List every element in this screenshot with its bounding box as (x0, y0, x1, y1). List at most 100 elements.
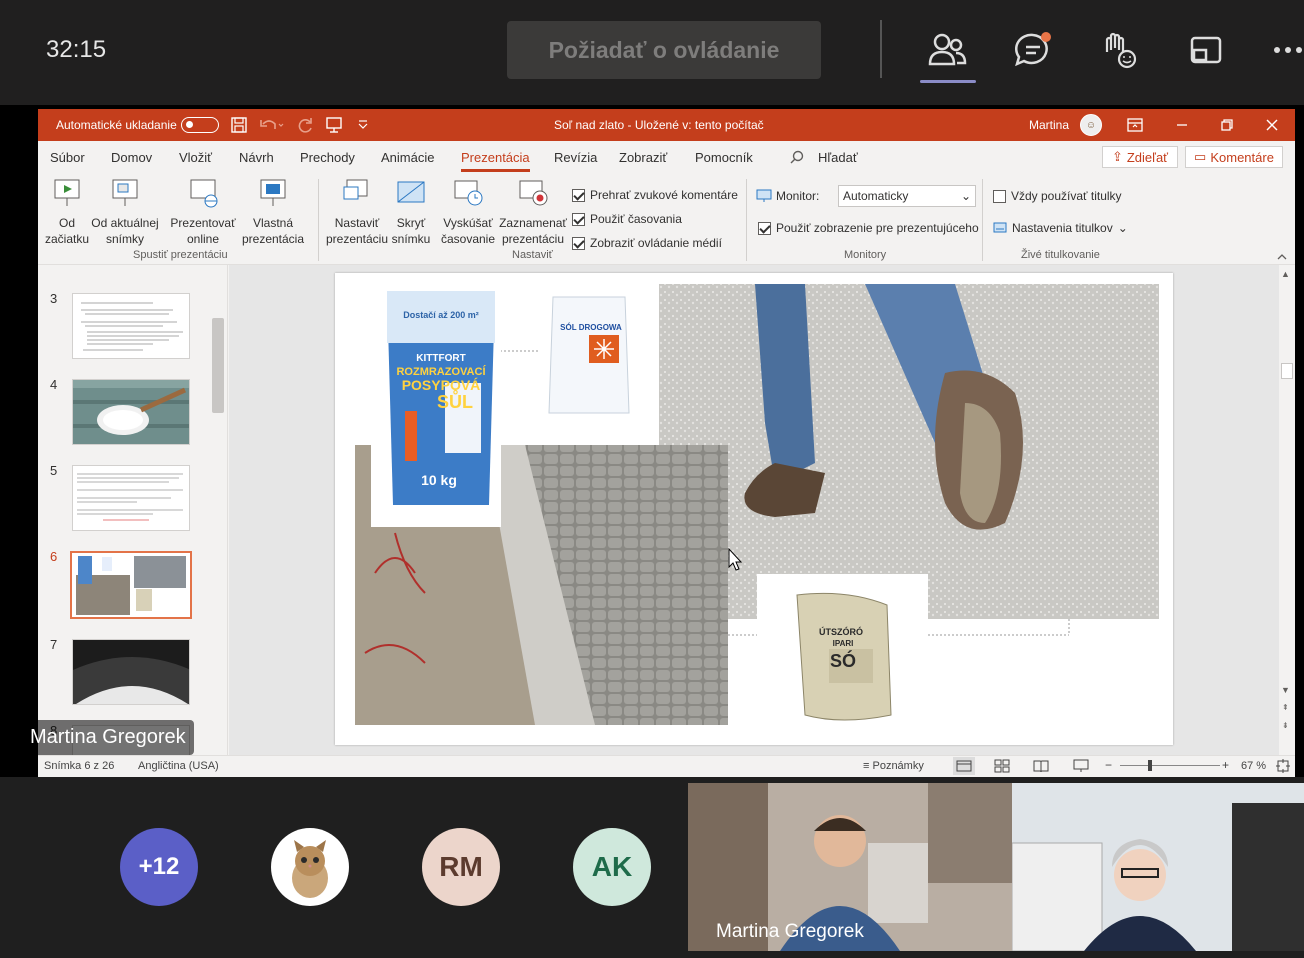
participant-video-1[interactable]: Martina Gregorek (688, 783, 1012, 951)
slide-thumbnail-6[interactable] (70, 551, 192, 619)
tab-animations[interactable]: Animácie (381, 150, 434, 165)
user-avatar[interactable]: ☺ (1080, 114, 1102, 136)
slide-thumbnail-3[interactable] (72, 293, 190, 359)
video-name-label: Martina Gregorek (716, 921, 864, 942)
previous-slide-icon[interactable]: ⇞ (1282, 703, 1289, 712)
share-button[interactable]: ⇪ Zdieľať (1102, 146, 1178, 168)
request-control-button[interactable]: Požiadať o ovládanie (507, 21, 821, 79)
share-screen-icon[interactable] (1184, 28, 1228, 72)
play-narrations-checkbox[interactable]: Prehrať zvukové komentáre (572, 188, 738, 202)
language-indicator[interactable]: Angličtina (USA) (138, 760, 219, 772)
tab-view[interactable]: Zobraziť (619, 150, 667, 165)
notes-button[interactable]: ≡ Poznámky (863, 760, 924, 772)
tab-review[interactable]: Revízia (554, 150, 597, 165)
vertical-scrollbar[interactable]: ▲ ▼ ⇞ ⇟ (1279, 265, 1295, 755)
chat-icon[interactable] (1011, 28, 1055, 72)
show-media-controls-checkbox[interactable]: Zobraziť ovládanie médií (572, 236, 722, 250)
zoom-out-icon[interactable]: − (1105, 758, 1112, 772)
present-online-label-2: online (186, 232, 220, 246)
people-icon[interactable] (925, 28, 969, 72)
restore-icon[interactable] (1219, 117, 1235, 136)
monitor-select[interactable]: Automaticky ⌄ (838, 185, 976, 207)
undo-icon[interactable] (259, 116, 285, 137)
ribbon-display-options-icon[interactable] (1127, 117, 1143, 136)
move-cursor-icon (725, 547, 745, 578)
tab-transitions[interactable]: Prechody (300, 150, 355, 165)
minimize-icon[interactable] (1174, 117, 1190, 136)
zoom-level[interactable]: 67 % (1241, 760, 1266, 772)
comments-label: Komentáre (1210, 149, 1274, 165)
tab-insert[interactable]: Vložiť (179, 150, 212, 165)
slide-sorter-icon[interactable] (994, 759, 1010, 776)
tab-help[interactable]: Pomocník (695, 150, 753, 165)
slide-content: Dostačí až 200 m² KITTFORT ROZMRAZOVACÍ … (355, 284, 1159, 739)
normal-view-icon[interactable] (953, 757, 975, 775)
thumbnail-scrollbar[interactable] (209, 265, 226, 755)
hide-slide-button[interactable]: Skryť snímku (390, 177, 432, 247)
fit-slide-icon[interactable] (1276, 759, 1290, 776)
tab-file[interactable]: Súbor (50, 150, 85, 165)
hide-label-1: Skryť (396, 216, 426, 230)
more-participants-button[interactable]: +12 (120, 828, 198, 906)
slide-thumbnail-4[interactable] (72, 379, 190, 445)
group-monitors-label: Monitory (844, 249, 887, 261)
from-current-slide-button[interactable]: Od aktuálnej snímky (90, 177, 160, 247)
slide-number: 4 (50, 377, 58, 392)
search-label[interactable]: Hľadať (818, 150, 858, 165)
presenter-view-checkbox[interactable]: Použiť zobrazenie pre prezentujúceho (758, 221, 979, 235)
scroll-thumb[interactable] (1281, 363, 1293, 379)
bag3-title: ÚTSZÓRÓ (819, 626, 863, 637)
bag1-top-text: Dostačí až 200 m² (403, 310, 479, 320)
slide-number-active: 6 (50, 549, 58, 564)
title-bar: Automatické ukladanie Soľ nad zlato - Ul… (38, 109, 1295, 141)
bag2-title: SÓL DROGOWA (560, 323, 622, 332)
tab-home[interactable]: Domov (111, 150, 152, 165)
from-beginning-button[interactable]: Od začiatku (44, 177, 90, 247)
scroll-down-icon[interactable]: ▼ (1281, 685, 1290, 695)
zoom-slider[interactable] (1120, 760, 1220, 771)
share-label: Zdieľať (1126, 149, 1169, 165)
save-icon[interactable] (230, 116, 248, 137)
participant-avatar-rm[interactable]: RM (422, 828, 500, 906)
slide-thumbnail-7[interactable] (72, 639, 190, 705)
rehearse-timings-button[interactable]: Vyskúšať časovanie (440, 177, 496, 247)
raise-hand-reactions-icon[interactable] (1097, 28, 1141, 72)
use-timings-checkbox[interactable]: Použiť časovania (572, 212, 682, 226)
slide-thumbnail-5[interactable] (72, 465, 190, 531)
bag1-line3: SŮL (437, 390, 473, 412)
redo-icon[interactable] (296, 116, 314, 137)
search-icon[interactable] (790, 150, 804, 169)
start-presentation-icon[interactable] (325, 116, 343, 137)
subtitle-settings-icon (993, 222, 1007, 233)
custom-show-button[interactable]: Vlastná prezentácia (236, 177, 310, 247)
present-online-button[interactable]: Prezentovať online (166, 177, 240, 247)
record-slideshow-button[interactable]: Zaznamenať prezentáciu (498, 177, 568, 247)
current-slide[interactable]: Dostačí až 200 m² KITTFORT ROZMRAZOVACÍ … (335, 273, 1173, 745)
tab-design[interactable]: Návrh (239, 150, 274, 165)
reading-view-icon[interactable] (1033, 759, 1049, 776)
rehearse-label-2: časovanie (440, 232, 496, 246)
zoom-slider-thumb[interactable] (1148, 760, 1152, 771)
more-options-icon[interactable] (1268, 28, 1304, 72)
close-icon[interactable] (1264, 117, 1280, 136)
bag3-main: SÓ (830, 650, 856, 671)
setup-show-button[interactable]: Nastaviť prezentáciu (324, 177, 390, 247)
group-divider (982, 179, 983, 261)
comments-button[interactable]: ▭ Komentáre (1185, 146, 1283, 168)
kitten-avatar[interactable] (271, 828, 349, 906)
customize-toolbar-icon[interactable] (356, 117, 370, 134)
always-subtitles-checkbox[interactable]: Vždy používať titulky (993, 189, 1122, 203)
present-online-label-1: Prezentovať (170, 216, 236, 230)
next-slide-icon[interactable]: ⇟ (1282, 721, 1289, 730)
custom-show-label-2: prezentácia (241, 232, 305, 246)
autosave-toggle[interactable] (181, 117, 219, 133)
subtitle-settings-button[interactable]: Nastavenia titulkov ⌄ (993, 221, 1128, 235)
participant-avatar-ak[interactable]: AK (573, 828, 651, 906)
slideshow-view-icon[interactable] (1073, 759, 1089, 776)
zoom-in-icon[interactable]: + (1222, 758, 1229, 772)
participant-video-2[interactable] (1012, 783, 1304, 951)
bag1-brand: KITTFORT (416, 353, 465, 364)
scroll-up-icon[interactable]: ▲ (1281, 269, 1290, 279)
rehearse-timings-icon (454, 180, 483, 206)
tab-slideshow[interactable]: Prezentácia (461, 150, 530, 172)
